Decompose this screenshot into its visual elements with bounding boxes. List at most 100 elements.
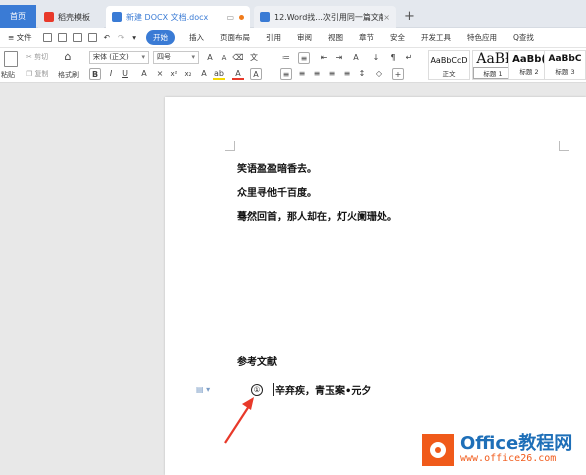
style-normal-name: 正文: [442, 70, 456, 78]
char-border-icon[interactable]: A: [250, 68, 262, 80]
tab-templates-label: 稻壳模板: [58, 12, 90, 22]
new-tab-plus-icon[interactable]: +: [404, 9, 415, 24]
menu-search[interactable]: Q查找: [505, 32, 542, 43]
format-painter-icon[interactable]: ⌂: [62, 51, 74, 63]
menu-page-layout[interactable]: 页面布局: [212, 32, 258, 43]
references-heading[interactable]: 参考文献: [237, 353, 277, 368]
text-effect-icon[interactable]: A: [198, 68, 210, 80]
cut-button[interactable]: ✂ 剪切: [26, 52, 48, 62]
tab-home-label: 首页: [10, 12, 26, 21]
style-heading-3-name: 标题 3: [555, 68, 575, 76]
undo-icon[interactable]: ↶: [100, 33, 114, 42]
word-doc-icon: [112, 12, 122, 22]
docer-icon: [44, 12, 54, 22]
cut-label: 剪切: [34, 53, 49, 61]
font-effects-icon[interactable]: A: [138, 68, 150, 80]
show-marks-icon[interactable]: ¶: [387, 52, 399, 64]
numbering-icon[interactable]: ≡: [298, 52, 310, 64]
menu-view[interactable]: 视图: [320, 32, 351, 43]
justify-icon[interactable]: ≡: [326, 68, 338, 80]
print-preview-icon[interactable]: [87, 33, 97, 42]
tab-home[interactable]: 首页: [0, 5, 36, 28]
tab-active-doc[interactable]: 新建 DOCX 文档.docx ▭: [106, 6, 250, 28]
menu-chapter[interactable]: 章节: [351, 32, 382, 43]
text-cursor: [273, 383, 274, 396]
menu-special[interactable]: 特色应用: [459, 32, 505, 43]
style-normal-preview: AaBbCcD: [430, 56, 468, 65]
style-heading-2-name: 标题 2: [519, 68, 539, 76]
menu-security[interactable]: 安全: [382, 32, 413, 43]
style-heading-3[interactable]: AaBbC 标题 3: [544, 50, 586, 80]
align-right-icon[interactable]: ≡: [311, 68, 323, 80]
sort-icon[interactable]: ↓: [370, 52, 382, 64]
para-marks-icon[interactable]: ↵: [403, 52, 415, 64]
phonetic-icon[interactable]: 文: [248, 52, 260, 64]
style-normal[interactable]: AaBbCcD 正文: [428, 50, 470, 80]
chinese-layout-icon[interactable]: A: [350, 52, 362, 64]
copy-button[interactable]: ❐ 复制: [26, 69, 49, 79]
ribbon: 粘贴 ✂ 剪切 ❐ 复制 ⌂ 格式刷 宋体 (正文) ▾ 四号 ▾ A A ⌫ 文 …: [0, 48, 586, 83]
doc-paragraph[interactable]: 众里寻他千百度。: [237, 184, 317, 199]
save-icon[interactable]: [42, 33, 52, 42]
shrink-font-icon[interactable]: A: [218, 52, 230, 64]
menu-file[interactable]: ≡ 文件: [0, 32, 40, 43]
italic-button[interactable]: I: [105, 68, 117, 80]
menu-file-label: 文件: [16, 33, 32, 42]
tab-templates[interactable]: 稻壳模板: [38, 6, 104, 28]
font-size-select[interactable]: 四号 ▾: [153, 51, 199, 64]
paste-icon[interactable]: [4, 51, 18, 67]
format-painter-label[interactable]: 格式刷: [58, 70, 79, 80]
superscript-icon[interactable]: x²: [168, 68, 180, 80]
increase-indent-icon[interactable]: ⇥: [333, 52, 345, 64]
grow-font-icon[interactable]: A: [204, 52, 216, 64]
watermark-logo: Office教程网 www.office26.com: [420, 424, 586, 475]
tab-active-doc-label: 新建 DOCX 文档.docx: [126, 12, 209, 22]
menu-bar: ≡ 文件 ↶ ↷ ▾ 开始 插入 页面布局 引用 审阅 视图 章节 安全 开发工…: [0, 28, 586, 48]
style-heading-1-name: 标题 1: [473, 67, 513, 79]
style-heading-1-preview: AaBł: [476, 51, 510, 67]
font-name-select[interactable]: 宋体 (正文) ▾: [89, 51, 149, 64]
style-heading-3-preview: AaBbC: [548, 54, 582, 64]
export-pdf-icon[interactable]: [57, 33, 67, 42]
distributed-icon[interactable]: ≡: [341, 68, 353, 80]
menu-home[interactable]: 开始: [146, 30, 176, 45]
doc-paragraph[interactable]: 蓦然回首，那人却在，灯火阑珊处。: [237, 208, 397, 223]
align-center-icon[interactable]: ≡: [296, 68, 308, 80]
underline-button[interactable]: U: [119, 68, 131, 80]
unsaved-dot-icon: [239, 14, 244, 20]
menu-developer[interactable]: 开发工具: [413, 32, 459, 43]
menu-references[interactable]: 引用: [258, 32, 289, 43]
align-left-icon[interactable]: ≡: [280, 68, 292, 80]
subscript-icon[interactable]: x₂: [182, 68, 194, 80]
page-corner-mark: [225, 141, 235, 151]
bold-button[interactable]: B: [89, 68, 101, 80]
bullets-icon[interactable]: ≔: [280, 52, 292, 64]
watermark-url: www.office26.com: [460, 452, 557, 464]
watermark-title: Office教程网: [460, 432, 573, 454]
font-size-value: 四号: [157, 53, 171, 61]
document-page[interactable]: 笑语盈盈暗香去。 众里寻他千百度。 蓦然回首，那人却在，灯火阑珊处。 参考文献 …: [165, 97, 586, 475]
borders-icon[interactable]: +: [392, 68, 404, 80]
paragraph-handle-icon[interactable]: ▤ ▾: [196, 385, 210, 394]
decrease-indent-icon[interactable]: ⇤: [318, 52, 330, 64]
doc-paragraph[interactable]: 笑语盈盈暗香去。: [237, 160, 317, 175]
shading-icon[interactable]: ◇: [373, 68, 385, 80]
print-icon[interactable]: [72, 33, 82, 42]
strikethrough-icon[interactable]: ×: [154, 68, 166, 80]
redo-icon[interactable]: ↷: [114, 33, 128, 42]
menu-more-icon[interactable]: ▾: [128, 33, 140, 42]
line-spacing-icon[interactable]: ↕: [356, 68, 368, 80]
word-doc-icon: [260, 12, 270, 22]
font-color-icon[interactable]: A: [232, 68, 244, 80]
paste-label[interactable]: 粘贴: [1, 70, 15, 80]
menu-review[interactable]: 审阅: [289, 32, 320, 43]
office-logo-icon: [422, 433, 454, 466]
menu-insert[interactable]: 插入: [181, 32, 212, 43]
tab-other-doc[interactable]: 12.Word找...次引用同一篇文献 ×: [254, 6, 396, 28]
reference-entry[interactable]: ① 辛弃疾，青玉案•元夕: [251, 382, 371, 397]
close-icon[interactable]: ×: [383, 13, 390, 22]
clear-format-icon[interactable]: ⌫: [232, 52, 244, 64]
tab-bar: 首页 稻壳模板 新建 DOCX 文档.docx ▭ 12.Word找...次引用…: [0, 0, 586, 28]
highlight-icon[interactable]: ab: [213, 68, 225, 80]
window-icon[interactable]: ▭: [226, 13, 234, 22]
